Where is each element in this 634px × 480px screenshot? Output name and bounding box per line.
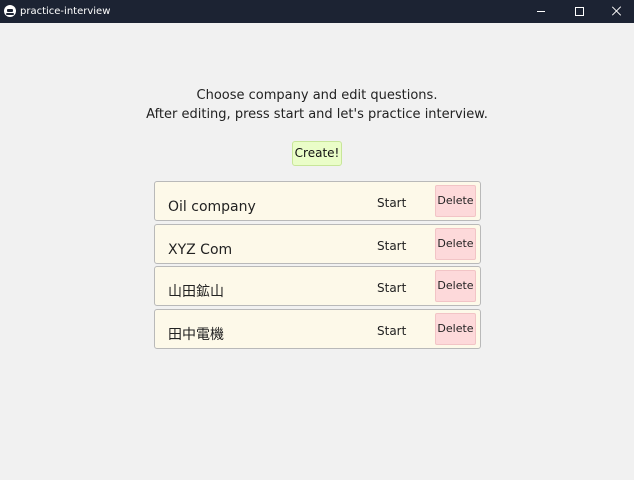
delete-button[interactable]: Delete [435,227,476,260]
app-logo-icon [4,5,16,17]
delete-button[interactable]: Delete [435,270,476,302]
minimize-icon [537,11,545,12]
instructions: Choose company and edit questions. After… [0,86,634,124]
company-row: 山田鉱山 Start Delete [154,266,481,306]
delete-button[interactable]: Delete [435,312,476,345]
company-list: Oil company Start Delete XYZ Com Start D… [154,181,481,351]
maximize-button[interactable] [560,0,598,23]
app-window: practice-interview Choose company and ed… [0,0,634,480]
company-name: 田中電機 [168,326,224,343]
start-button[interactable]: Start [377,280,406,296]
close-button[interactable] [598,0,634,23]
company-name: 山田鉱山 [168,284,224,300]
company-row: XYZ Com Start Delete [154,223,481,264]
start-button[interactable]: Start [377,195,406,211]
create-button[interactable]: Create! [292,141,342,166]
delete-button[interactable]: Delete [435,185,476,217]
close-icon [612,6,622,16]
company-row: 田中電機 Start Delete [154,308,481,349]
minimize-button[interactable] [522,0,560,23]
maximize-icon [575,7,584,16]
company-name: XYZ Com [168,241,233,258]
window-title: practice-interview [20,6,111,17]
company-name: Oil company [168,199,256,215]
company-row: Oil company Start Delete [154,181,481,221]
title-bar[interactable]: practice-interview [0,0,634,23]
instruction-line-2: After editing, press start and let's pra… [146,107,488,122]
instruction-line-1: Choose company and edit questions. [196,88,438,103]
start-button[interactable]: Start [377,238,406,254]
start-button[interactable]: Start [377,323,406,339]
